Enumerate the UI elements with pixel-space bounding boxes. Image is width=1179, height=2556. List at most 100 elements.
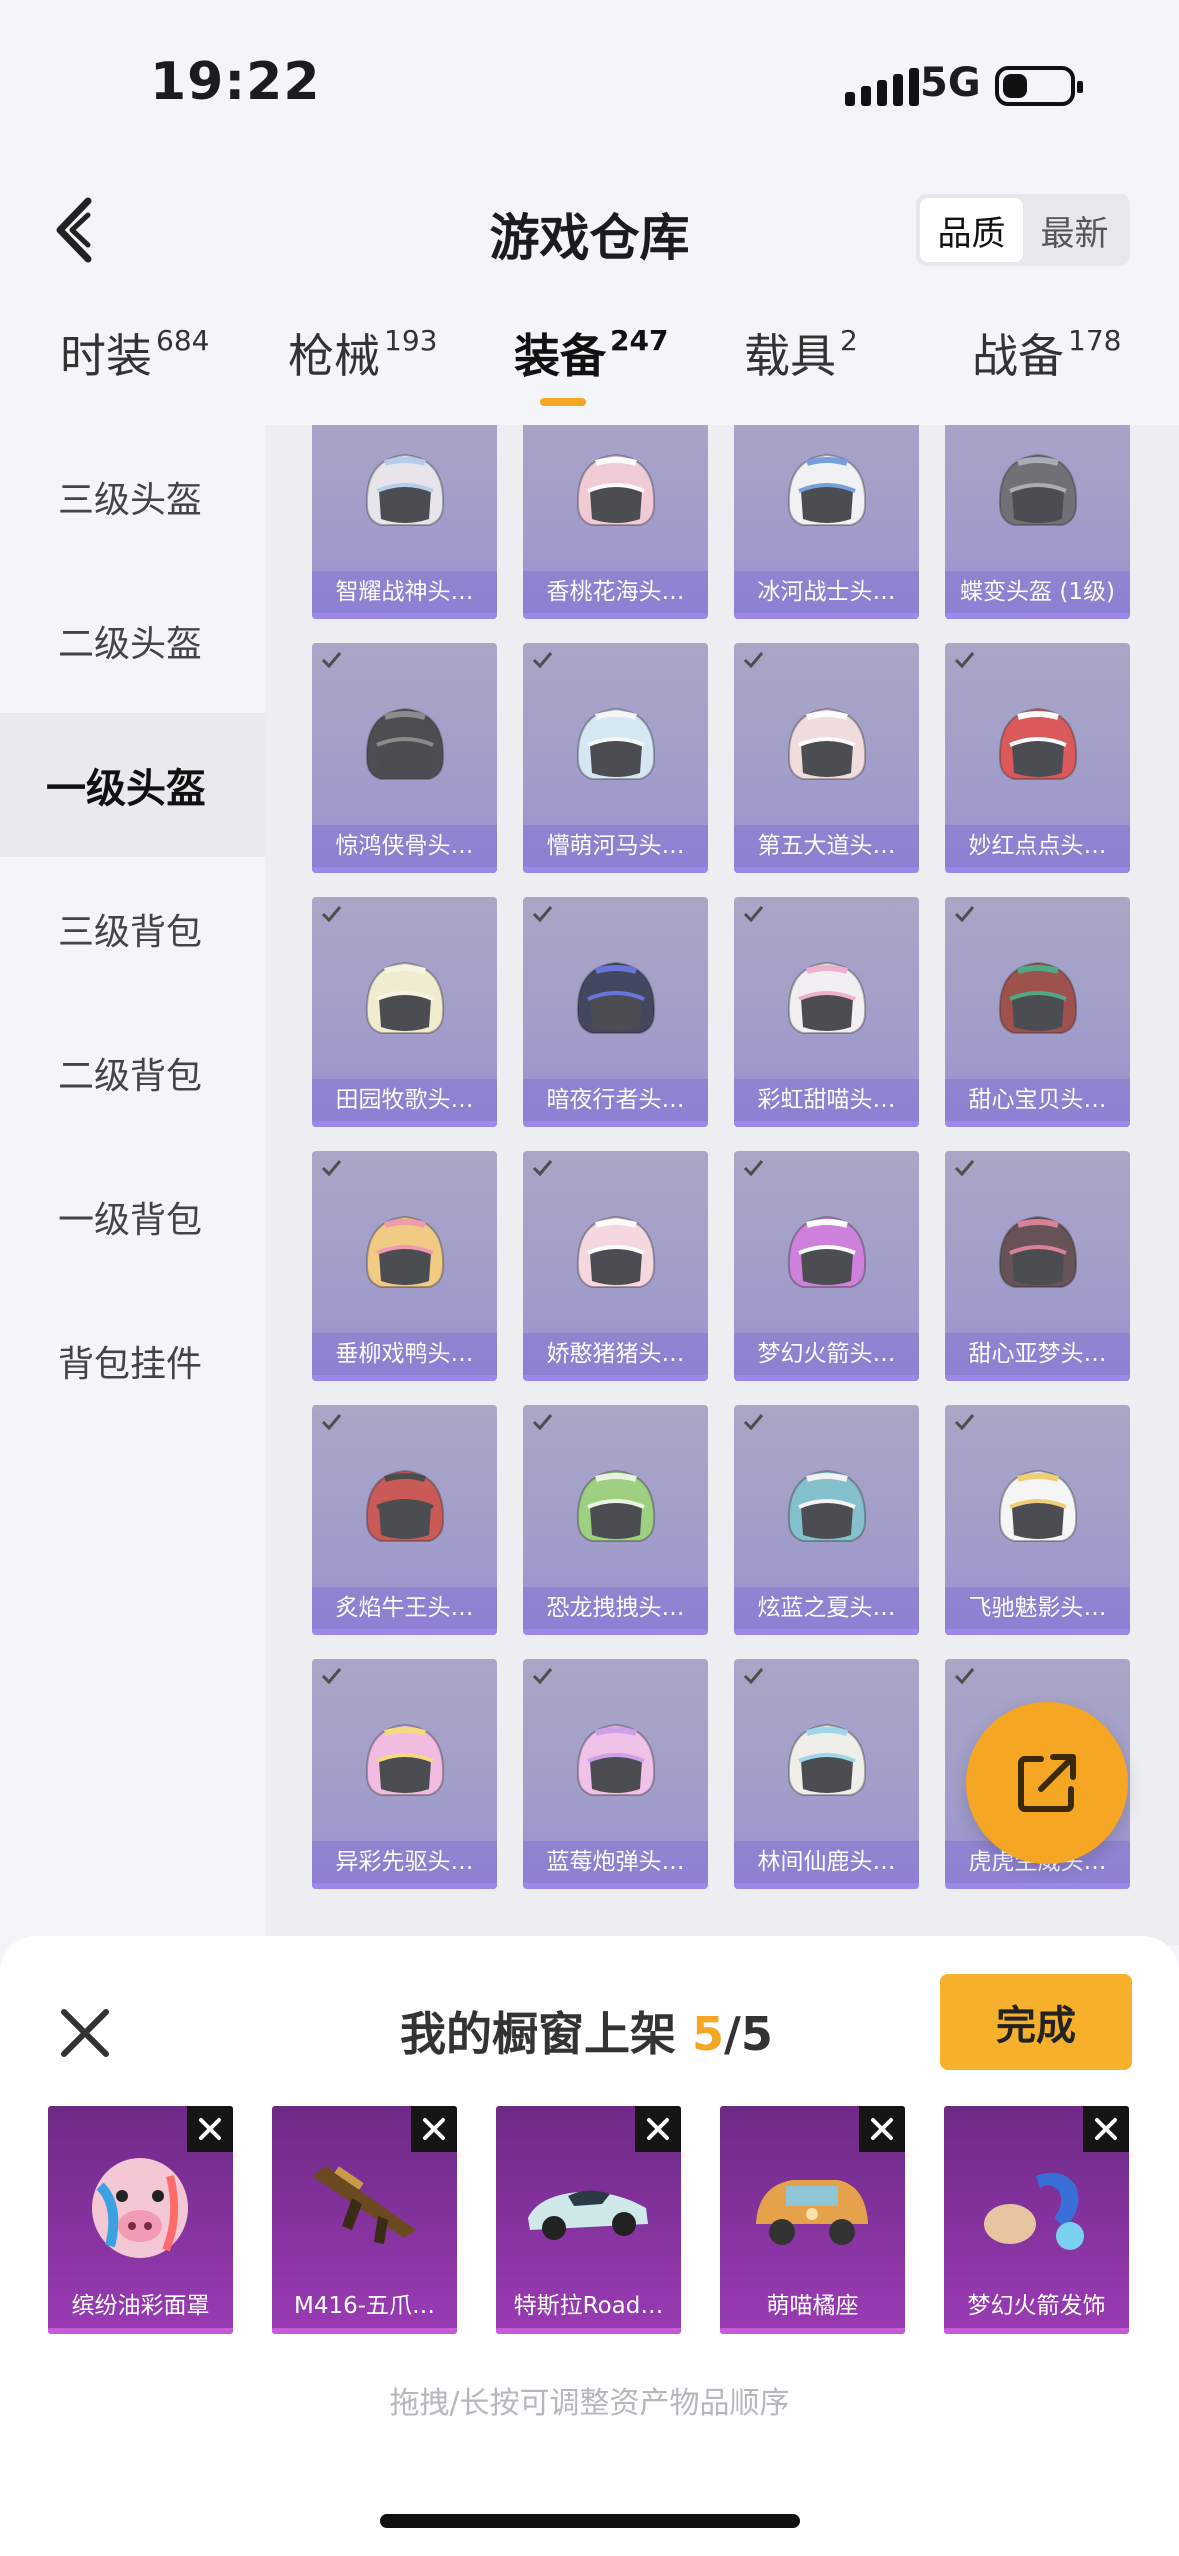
tab-label: 战备 — [972, 329, 1064, 383]
helmet-card[interactable]: 炫蓝之夏头… — [734, 1405, 919, 1635]
shelf-item[interactable]: M416-五爪… — [272, 2106, 457, 2334]
helmet-card[interactable]: 垂柳戏鸭头… — [312, 1151, 497, 1381]
checkmark-icon — [321, 906, 342, 923]
sidebar-item-level3-backpack[interactable]: 三级背包 — [0, 857, 265, 1001]
helmet-card-label: 冰河战士头… — [734, 571, 919, 613]
helmet-card-label: 暗夜行者头… — [523, 1079, 708, 1121]
sidebar-item-level2-backpack[interactable]: 二级背包 — [0, 1001, 265, 1145]
checkmark-icon — [954, 652, 975, 669]
tab-fashion[interactable]: 时装 684 — [60, 320, 209, 386]
share-button[interactable] — [966, 1702, 1128, 1864]
done-button[interactable]: 完成 — [940, 1974, 1132, 2070]
helmet-card-label: 垂柳戏鸭头… — [312, 1333, 497, 1375]
checkmark-icon — [954, 906, 975, 923]
sidebar-item-level1-backpack[interactable]: 一级背包 — [0, 1145, 265, 1289]
helmet-card[interactable]: 甜心宝贝头… — [945, 897, 1130, 1127]
reorder-hint: 拖拽/长按可调整资产物品顺序 — [389, 2386, 790, 2421]
helmet-card[interactable]: 林间仙鹿头… — [734, 1659, 919, 1889]
helmet-card-label: 梦幻火箭头… — [734, 1333, 919, 1375]
nav-bar: 游戏仓库 品质 最新 — [0, 170, 1179, 290]
close-icon — [647, 2118, 669, 2140]
tab-count: 193 — [384, 324, 438, 357]
checkmark-icon — [954, 1668, 975, 1685]
battery-icon — [995, 66, 1083, 106]
close-icon — [423, 2118, 445, 2140]
showcase-title-text: 我的橱窗上架 — [400, 2007, 676, 2061]
shelf-item-label: 梦幻火箭发饰 — [967, 2293, 1106, 2319]
helmet-card[interactable]: 懵萌河马头… — [523, 643, 708, 873]
helmet-icon — [576, 453, 656, 526]
helmet-card-label: 娇憨猪猪头… — [523, 1333, 708, 1375]
showcase-sheet: 我的橱窗上架 5/5 完成 缤纷油彩面罩 M416-五爪… 特斯拉Road… 萌… — [0, 1936, 1179, 2556]
helmet-icon — [576, 961, 656, 1034]
helmet-icon — [787, 707, 867, 780]
sidebar-item-level1-helmet[interactable]: 一级头盔 — [0, 713, 265, 857]
tab-equipment[interactable]: 装备 247 — [514, 320, 668, 386]
helmet-card[interactable]: 梦幻火箭头… — [734, 1151, 919, 1381]
cat-car-icon — [756, 2180, 868, 2245]
helmet-card[interactable]: 甜心亚梦头… — [945, 1151, 1130, 1381]
checkmark-icon — [321, 652, 342, 669]
checkmark-icon — [743, 652, 764, 669]
helmet-card[interactable]: 妙红点点头… — [945, 643, 1130, 873]
helmet-card[interactable]: 彩虹甜喵头… — [734, 897, 919, 1127]
tab-guns[interactable]: 枪械 193 — [288, 320, 437, 386]
tab-count: 178 — [1068, 324, 1122, 357]
tab-supplies[interactable]: 战备 178 — [972, 320, 1121, 386]
helmet-card[interactable]: 飞驰魅影头… — [945, 1405, 1130, 1635]
checkmark-icon — [532, 906, 553, 923]
showcase-shelf: 缤纷油彩面罩 M416-五爪… 特斯拉Road… 萌喵橘座 梦幻火箭发饰 — [48, 2106, 1129, 2334]
shelf-item[interactable]: 缤纷油彩面罩 — [48, 2106, 233, 2334]
helmet-card-label: 恐龙拽拽头… — [523, 1587, 708, 1629]
helmet-card-label: 异彩先驱头… — [312, 1841, 497, 1883]
helmet-icon — [787, 1469, 867, 1542]
status-bar: 19:22 5G — [0, 0, 1179, 150]
checkmark-icon — [321, 1668, 342, 1685]
close-sheet-button[interactable] — [50, 1998, 120, 2068]
helmet-card[interactable]: 恐龙拽拽头… — [523, 1405, 708, 1635]
sort-newest-button[interactable]: 最新 — [1023, 198, 1126, 262]
helmet-card[interactable]: 蓝莓炮弹头… — [523, 1659, 708, 1889]
helmet-card[interactable]: 第五大道头… — [734, 643, 919, 873]
sidebar-item-level2-helmet[interactable]: 二级头盔 — [0, 569, 265, 713]
shelf-item[interactable]: 萌喵橘座 — [720, 2106, 905, 2334]
checkmark-icon — [532, 1414, 553, 1431]
helmet-card-label: 田园牧歌头… — [312, 1079, 497, 1121]
helmet-card-label: 炫蓝之夏头… — [734, 1587, 919, 1629]
helmet-icon — [576, 1723, 656, 1796]
sidebar-item-backpack-pendant[interactable]: 背包挂件 — [0, 1289, 265, 1433]
pig-mask-icon — [92, 2158, 188, 2258]
checkmark-icon — [532, 1668, 553, 1685]
showcase-title: 我的橱窗上架 5/5 — [400, 1998, 773, 2064]
helmet-card[interactable]: 蝶变头盔 (1级) — [945, 425, 1130, 619]
sports-car-icon — [528, 2190, 648, 2240]
hair-accessory-icon — [984, 2172, 1084, 2250]
helmet-card[interactable]: 惊鸿侠骨头… — [312, 643, 497, 873]
helmet-icon — [576, 1469, 656, 1542]
checkmark-icon — [743, 1414, 764, 1431]
shelf-item[interactable]: 梦幻火箭发饰 — [944, 2106, 1129, 2334]
close-icon — [871, 2118, 893, 2140]
category-tabs: 时装 684 枪械 193 装备 247 载具 2 战备 178 — [0, 320, 1179, 420]
helmet-card-label: 蓝莓炮弹头… — [523, 1841, 708, 1883]
tab-vehicles[interactable]: 载具 2 — [744, 320, 858, 386]
sort-quality-button[interactable]: 品质 — [920, 198, 1023, 262]
helmet-card[interactable]: 暗夜行者头… — [523, 897, 708, 1127]
helmet-card[interactable]: 冰河战士头… — [734, 425, 919, 619]
subcategory-sidebar: 三级头盔 二级头盔 一级头盔 三级背包 二级背包 一级背包 背包挂件 — [0, 425, 265, 1945]
helmet-icon — [576, 1215, 656, 1288]
helmet-card[interactable]: 炙焰牛王头… — [312, 1405, 497, 1635]
helmet-card[interactable]: 田园牧歌头… — [312, 897, 497, 1127]
helmet-card[interactable]: 香桃花海头… — [523, 425, 708, 619]
sidebar-item-level3-helmet[interactable]: 三级头盔 — [0, 425, 265, 569]
helmet-card[interactable]: 娇憨猪猪头… — [523, 1151, 708, 1381]
helmet-icon — [365, 961, 445, 1034]
active-tab-indicator — [540, 398, 586, 406]
shelf-item[interactable]: 特斯拉Road… — [496, 2106, 681, 2334]
checkmark-icon — [954, 1160, 975, 1177]
helmet-icon — [998, 707, 1078, 780]
helmet-card[interactable]: 智耀战神头… — [312, 425, 497, 619]
helmet-icon — [787, 1215, 867, 1288]
helmet-card[interactable]: 异彩先驱头… — [312, 1659, 497, 1889]
helmet-card-label: 飞驰魅影头… — [945, 1587, 1130, 1629]
